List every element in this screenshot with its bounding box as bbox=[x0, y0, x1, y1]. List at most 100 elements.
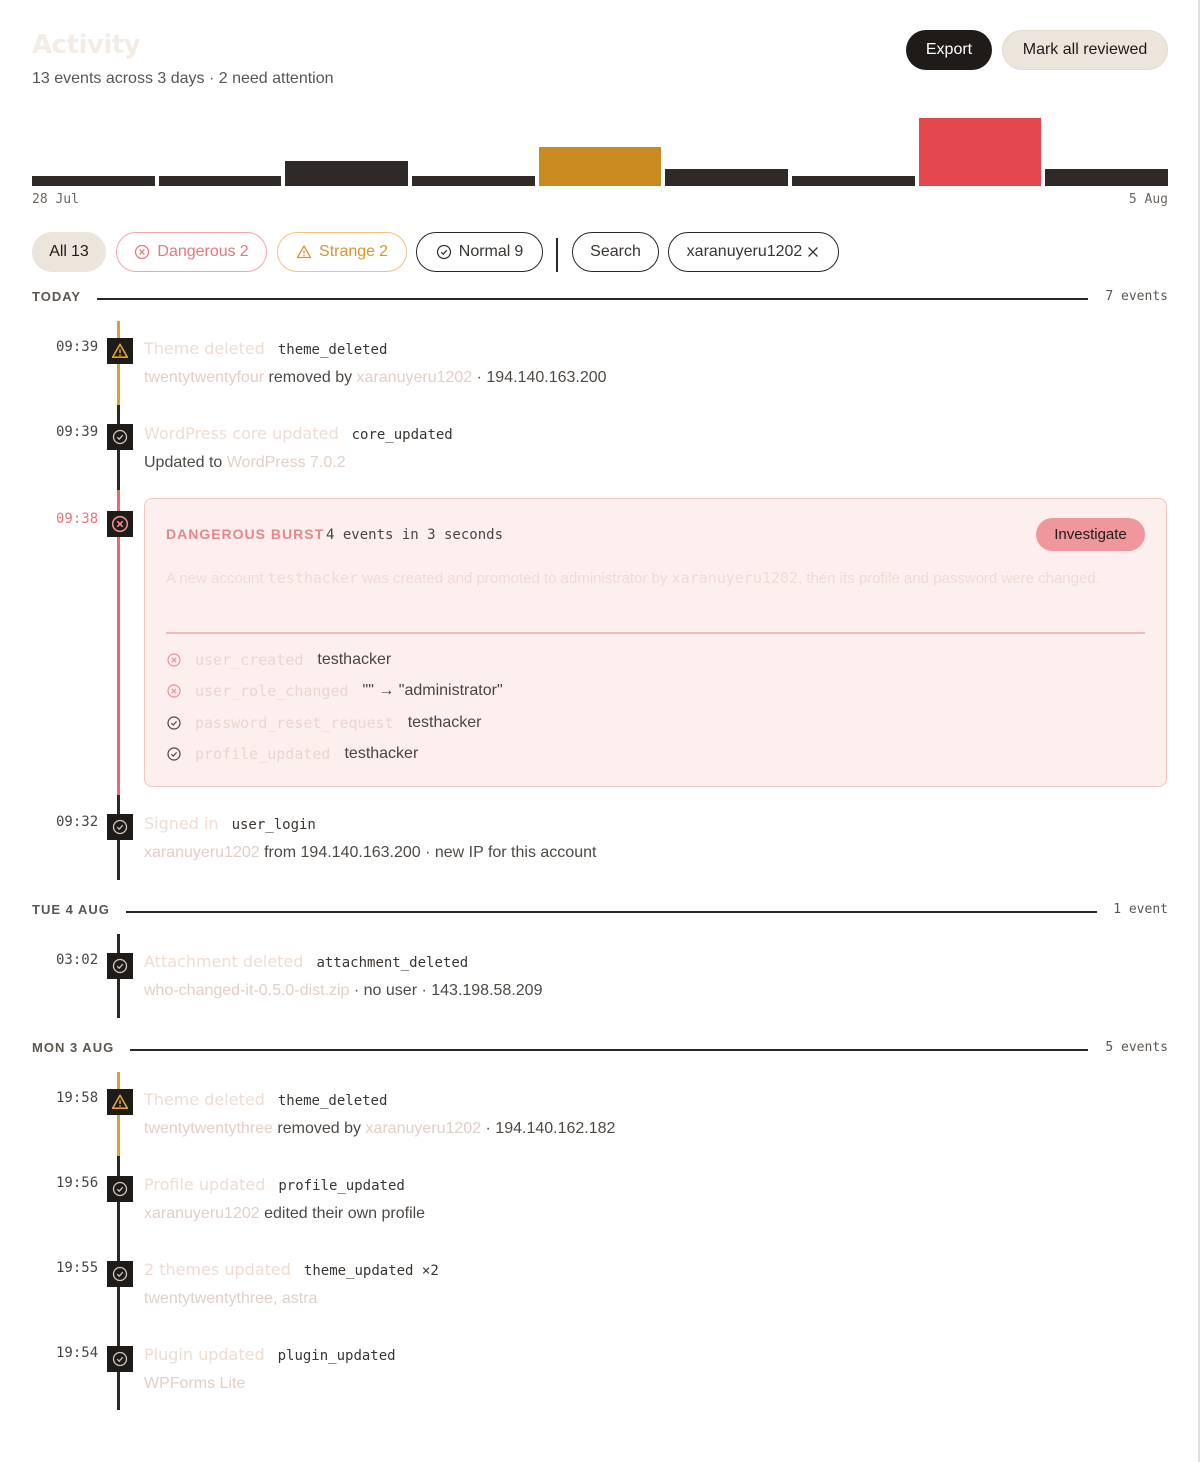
user-link[interactable]: xaranuyeru1202 bbox=[144, 1205, 260, 1222]
export-button[interactable]: Export bbox=[906, 30, 992, 70]
event-description: twentytwentythree, astra bbox=[144, 1290, 317, 1308]
burst-item-value: testhacker bbox=[407, 714, 482, 731]
burst-item[interactable]: user_created testhacker bbox=[166, 651, 391, 669]
check-circle-icon bbox=[107, 814, 133, 840]
histogram-bar[interactable] bbox=[918, 118, 1042, 186]
event-description: WPForms Lite bbox=[144, 1375, 245, 1393]
day-count: 5 events bbox=[1089, 1040, 1168, 1055]
day-header-mon: MON 3 AUG 5 events bbox=[32, 1040, 1168, 1060]
day-label: TUE 4 AUG bbox=[32, 902, 126, 917]
event-title: WordPress core updated bbox=[144, 424, 339, 443]
close-icon[interactable] bbox=[806, 245, 820, 259]
user-link[interactable]: xaranuyeru1202 bbox=[144, 844, 260, 861]
day-rule bbox=[122, 911, 1098, 913]
histogram-bar[interactable] bbox=[665, 169, 788, 186]
filter-normal-label: Normal bbox=[458, 243, 511, 260]
filter-normal-chip[interactable]: Normal 9 bbox=[416, 232, 543, 272]
filter-dangerous-label: Dangerous bbox=[157, 243, 236, 260]
theme-name: twentytwentyfour bbox=[144, 369, 265, 386]
event-time: 19:58 bbox=[56, 1090, 99, 1106]
check-circle-icon bbox=[166, 715, 182, 731]
burst-item[interactable]: user_role_changed "" → "administrator" bbox=[166, 682, 503, 700]
check-circle-icon bbox=[436, 244, 452, 260]
event-time: 09:32 bbox=[56, 814, 99, 830]
burst-item[interactable]: profile_updated testhacker bbox=[166, 745, 418, 763]
histogram-bar[interactable] bbox=[538, 147, 662, 186]
filter-all-count: 13 bbox=[70, 243, 89, 260]
histogram-bar[interactable] bbox=[285, 161, 408, 186]
x-circle-icon bbox=[166, 683, 182, 699]
event-title: Profile updated bbox=[144, 1175, 266, 1194]
histogram-start-label: 28 Jul bbox=[32, 192, 79, 207]
investigate-button[interactable]: Investigate bbox=[1036, 518, 1145, 551]
event-description: xaranuyeru1202 from 194.140.163.200 · ne… bbox=[144, 844, 596, 862]
event-code: user_login bbox=[231, 817, 316, 833]
filter-all-chip[interactable]: All 13 bbox=[32, 232, 106, 272]
event-description: who-changed-it-0.5.0-dist.zip · no user … bbox=[144, 982, 542, 1000]
filter-strange-chip[interactable]: Strange 2 bbox=[277, 232, 407, 272]
event-title: Plugin updated bbox=[144, 1345, 265, 1364]
event-description: twentytwentyfour removed by xaranuyeru12… bbox=[144, 369, 607, 387]
histogram-bar[interactable] bbox=[792, 176, 915, 186]
x-circle-icon bbox=[166, 652, 182, 668]
desc-text: · no user · 143.198.58.209 bbox=[349, 982, 543, 999]
version-text: WordPress 7.0.2 bbox=[226, 454, 346, 471]
ip-text: · 194.140.163.200 bbox=[472, 369, 607, 386]
histogram-bar[interactable] bbox=[32, 176, 155, 186]
user-filter-chip[interactable]: xaranuyeru1202 bbox=[668, 232, 839, 272]
event-code: core_updated bbox=[351, 427, 453, 443]
histogram-bar[interactable] bbox=[412, 176, 535, 186]
user-link[interactable]: xaranuyeru1202 bbox=[357, 369, 473, 386]
page-header: Activity 13 events across 3 days · 2 nee… bbox=[32, 30, 1168, 100]
page-subtitle: 13 events across 3 days · 2 need attenti… bbox=[32, 70, 334, 87]
event-code: theme_deleted bbox=[277, 342, 388, 358]
filter-divider bbox=[556, 238, 558, 272]
event-title: Theme deleted bbox=[144, 1090, 265, 1109]
page-title: Activity bbox=[32, 30, 141, 60]
check-circle-icon bbox=[107, 1261, 133, 1287]
burst-item-code: password_reset_request bbox=[195, 714, 394, 732]
burst-item-value: "" → "administrator" bbox=[362, 682, 503, 699]
filter-normal-count: 9 bbox=[514, 243, 524, 260]
event-description: xaranuyeru1202 edited their own profile bbox=[144, 1205, 425, 1223]
event-time: 09:38 bbox=[56, 511, 99, 527]
burst-item-value: testhacker bbox=[344, 745, 419, 762]
warning-triangle-icon bbox=[296, 244, 312, 260]
desc-text: A new account bbox=[166, 570, 268, 587]
desc-user: testhacker bbox=[267, 569, 359, 587]
filter-dangerous-count: 2 bbox=[239, 243, 249, 260]
warning-triangle-icon bbox=[107, 1089, 133, 1115]
histogram-bar[interactable] bbox=[158, 176, 282, 186]
burst-item-value: testhacker bbox=[317, 651, 392, 668]
event-time: 03:02 bbox=[56, 952, 99, 968]
desc-text: Updated to bbox=[144, 454, 227, 471]
event-code: attachment_deleted bbox=[316, 955, 469, 971]
search-button[interactable]: Search bbox=[572, 232, 659, 272]
event-time: 19:55 bbox=[56, 1260, 99, 1276]
event-code: profile_updated bbox=[278, 1178, 405, 1194]
event-description: Updated to WordPress 7.0.2 bbox=[144, 454, 346, 472]
day-count: 7 events bbox=[1089, 289, 1168, 304]
desc-text: edited their own profile bbox=[259, 1205, 426, 1222]
event-title: Theme deleted bbox=[144, 339, 265, 358]
theme-names: twentytwentythree, astra bbox=[144, 1290, 318, 1307]
day-count: 1 event bbox=[1097, 902, 1168, 917]
histogram-bar[interactable] bbox=[1045, 169, 1168, 186]
filter-dangerous-chip[interactable]: Dangerous 2 bbox=[116, 232, 267, 272]
event-title: Signed in bbox=[144, 814, 219, 833]
file-name: who-changed-it-0.5.0-dist.zip bbox=[144, 982, 350, 999]
histogram-end-label: 5 Aug bbox=[1128, 192, 1168, 207]
activity-histogram bbox=[32, 110, 1168, 186]
theme-name: twentytwentythree bbox=[144, 1120, 273, 1137]
burst-item-code: user_role_changed bbox=[195, 682, 349, 700]
x-circle-icon bbox=[134, 244, 150, 260]
mark-all-reviewed-button[interactable]: Mark all reviewed bbox=[1002, 30, 1168, 70]
desc-text: removed by bbox=[264, 369, 357, 386]
user-link[interactable]: xaranuyeru1202 bbox=[365, 1120, 481, 1137]
check-circle-icon bbox=[166, 746, 182, 762]
day-label: TODAY bbox=[32, 289, 98, 304]
event-code: plugin_updated bbox=[277, 1348, 396, 1364]
event-time: 19:54 bbox=[56, 1345, 99, 1361]
ip-text: · 194.140.162.182 bbox=[481, 1120, 616, 1137]
burst-item[interactable]: password_reset_request testhacker bbox=[166, 714, 482, 732]
